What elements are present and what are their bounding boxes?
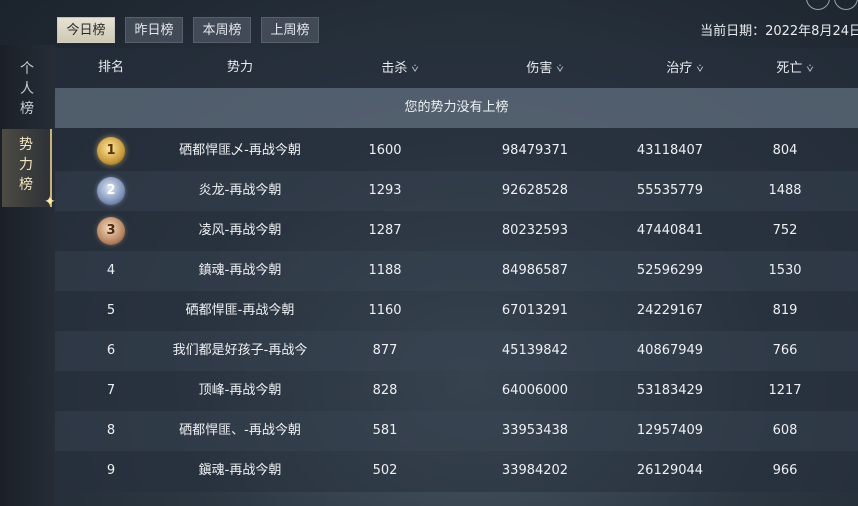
col-deaths-label: 死亡 — [776, 61, 803, 76]
table-row[interactable]: 1 硒都悍匪乄-再战今朝 1600 98479371 43118407 804 — [55, 131, 858, 171]
tab-this-week[interactable]: 本周榜 — [193, 17, 251, 43]
faction-name: 硒都悍匪乄-再战今朝 — [179, 143, 301, 158]
kills-value: 1287 — [368, 223, 402, 238]
deaths-value: 766 — [772, 343, 798, 358]
col-damage-header[interactable]: 伤害 ⩒ — [475, 48, 615, 88]
kills-value: 1160 — [368, 303, 402, 318]
deaths-value: 752 — [772, 223, 798, 238]
heal-value: 40867949 — [636, 343, 704, 358]
col-heal-label: 治疗 — [666, 61, 693, 76]
heal-value: 26129044 — [636, 463, 704, 478]
damage-value: 80232593 — [501, 223, 569, 238]
faction-name: 硒都悍匪、-再战今朝 — [179, 423, 301, 438]
faction-name: 硒都悍匪-再战今朝 — [185, 303, 295, 318]
table-row[interactable]: 8 硒都悍匪、-再战今朝 581 33953438 12957409 608 — [55, 411, 858, 451]
col-rank-header: 排名 — [97, 60, 124, 75]
bronze-medal-icon: 3 — [97, 217, 125, 245]
col-faction-header: 势力 — [226, 60, 253, 75]
damage-value: 64006000 — [501, 383, 569, 398]
tab-last-week[interactable]: 上周榜 — [261, 17, 319, 43]
chevron-down-icon[interactable]: ⩒ — [806, 48, 813, 88]
table-row[interactable]: 4 鎮魂-再战今朝 1188 84986587 52596299 1530 — [55, 251, 858, 291]
side-nav-personal-rank[interactable]: 个 人 榜 — [2, 59, 52, 123]
side-nav: 个 人 榜 势 力 榜 ✦ — [0, 45, 56, 506]
col-kills-header[interactable]: 击杀 ⩒ — [340, 48, 460, 88]
damage-value: 33984202 — [501, 463, 569, 478]
rank-number: 8 — [106, 423, 116, 438]
kills-value: 1600 — [368, 143, 402, 158]
faction-name: 我们都是好孩子-再战今 — [172, 343, 308, 358]
own-faction-status: 您的势力没有上榜 — [55, 88, 858, 128]
faction-name: 炎龙-再战今朝 — [198, 183, 282, 198]
heal-value: 47440841 — [636, 223, 704, 238]
damage-value: 92628528 — [501, 183, 569, 198]
side-nav-char: 榜 — [20, 101, 34, 117]
rank-number: 7 — [106, 383, 116, 398]
faction-name: 顶峰-再战今朝 — [198, 383, 282, 398]
heal-value: 24229167 — [636, 303, 704, 318]
damage-value: 45139842 — [501, 343, 569, 358]
faction-name: 鎮魂-再战今朝 — [198, 263, 282, 278]
table-header: 排名 势力 击杀 ⩒ 伤害 ⩒ 治疗 ⩒ 死亡 ⩒ — [55, 48, 858, 88]
damage-value: 98479371 — [501, 143, 569, 158]
table-row[interactable]: 9 鎭魂-再战今朝 502 33984202 26129044 966 — [55, 451, 858, 491]
silver-medal-icon: 2 — [97, 177, 125, 205]
deaths-value: 804 — [772, 143, 798, 158]
col-damage-label: 伤害 — [526, 61, 553, 76]
rank-number: 9 — [106, 463, 116, 478]
deaths-value: 966 — [772, 463, 798, 478]
damage-value: 33953438 — [501, 423, 569, 438]
deaths-value: 819 — [772, 303, 798, 318]
circle-button-icon[interactable] — [834, 0, 858, 10]
table-row[interactable]: 7 顶峰-再战今朝 828 64006000 53183429 1217 — [55, 371, 858, 411]
circle-button-icon[interactable] — [806, 0, 830, 10]
side-nav-char: 力 — [19, 157, 33, 173]
rank-number: 5 — [106, 303, 116, 318]
tab-today[interactable]: 今日榜 — [57, 17, 115, 43]
heal-value: 53183429 — [636, 383, 704, 398]
deaths-value: 1488 — [768, 183, 802, 198]
heal-value: 52596299 — [636, 263, 704, 278]
faction-name: 鎭魂-再战今朝 — [198, 463, 282, 478]
kills-value: 502 — [372, 463, 398, 478]
damage-value: 84986587 — [501, 263, 569, 278]
tab-yesterday[interactable]: 昨日榜 — [125, 17, 183, 43]
table-row[interactable]: 6 我们都是好孩子-再战今 877 45139842 40867949 766 — [55, 331, 858, 371]
rank-number: 6 — [106, 343, 116, 358]
deaths-value: 608 — [772, 423, 798, 438]
table-row[interactable]: 5 硒都悍匪-再战今朝 1160 67013291 24229167 819 — [55, 291, 858, 331]
kills-value: 581 — [372, 423, 398, 438]
table-row[interactable]: 2 炎龙-再战今朝 1293 92628528 55535779 1488 — [55, 171, 858, 211]
damage-value: 67013291 — [501, 303, 569, 318]
chevron-down-icon[interactable]: ⩒ — [411, 48, 418, 88]
col-heal-header[interactable]: 治疗 ⩒ — [615, 48, 755, 88]
chevron-down-icon[interactable]: ⩒ — [696, 48, 703, 88]
heal-value: 55535779 — [636, 183, 704, 198]
kills-value: 1188 — [368, 263, 402, 278]
deaths-value: 1217 — [768, 383, 802, 398]
col-kills-label: 击杀 — [381, 61, 408, 76]
side-nav-char: 势 — [19, 137, 33, 153]
kills-value: 828 — [372, 383, 398, 398]
heal-value: 12957409 — [636, 423, 704, 438]
gold-medal-icon: 1 — [97, 137, 125, 165]
kills-value: 877 — [372, 343, 398, 358]
table-row[interactable]: 3 凌风-再战今朝 1287 80232593 47440841 752 — [55, 211, 858, 251]
side-nav-char: 榜 — [19, 177, 33, 193]
side-nav-char: 人 — [20, 81, 34, 97]
faction-name: 凌风-再战今朝 — [198, 223, 282, 238]
current-date: 当前日期：2022年8月24日 — [700, 24, 858, 39]
kills-value: 1293 — [368, 183, 402, 198]
col-deaths-header[interactable]: 死亡 ⩒ — [745, 48, 845, 88]
heal-value: 43118407 — [636, 143, 704, 158]
deaths-value: 1530 — [768, 263, 802, 278]
chevron-down-icon[interactable]: ⩒ — [556, 48, 563, 88]
side-nav-char: 个 — [20, 61, 34, 77]
rank-number: 4 — [106, 263, 116, 278]
